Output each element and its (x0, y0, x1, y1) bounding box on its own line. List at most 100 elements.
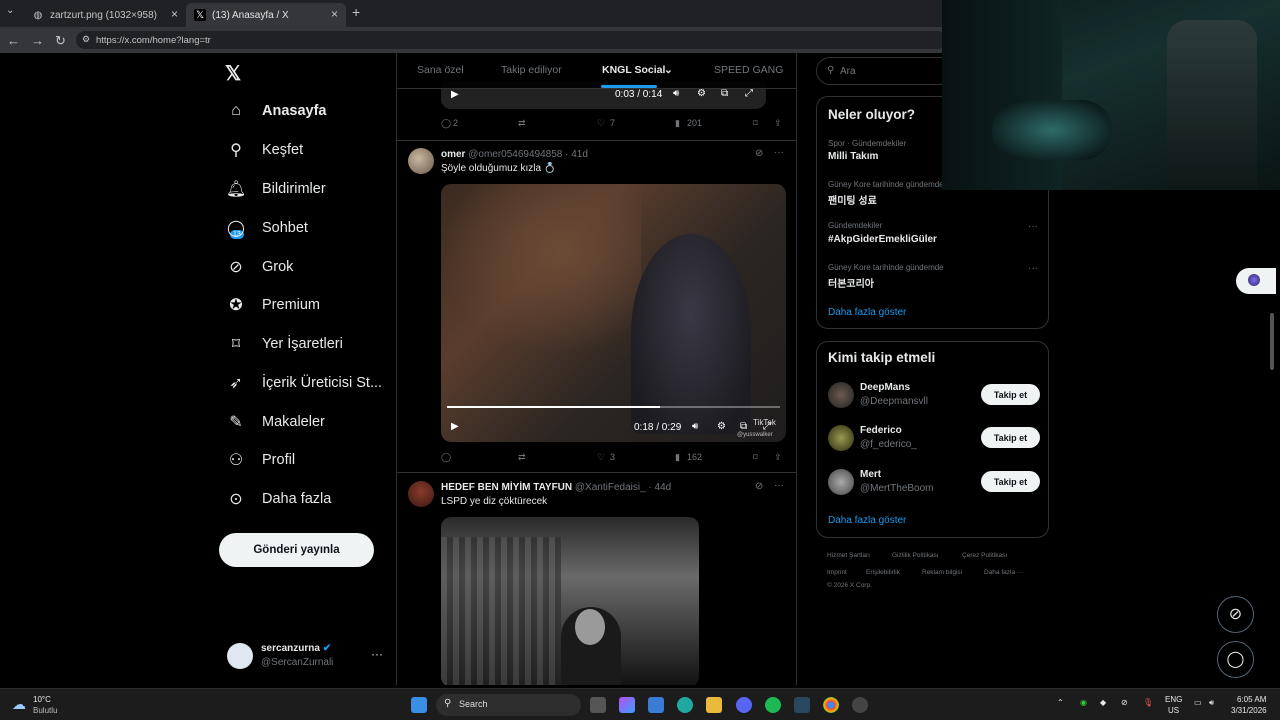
browser-tab-image[interactable]: ◍ zartzurt.png (1032×958) × (24, 3, 186, 27)
grok-drawer-button[interactable] (1236, 268, 1276, 294)
browser-tab-x[interactable]: 𝕏 (13) Anasayfa / X × (186, 3, 346, 27)
avatar[interactable] (408, 481, 434, 507)
page-scrollbar[interactable] (1270, 313, 1274, 370)
fullscreen-icon[interactable]: ⤢ (745, 88, 753, 99)
settings-icon[interactable]: ⚙ (697, 88, 706, 99)
footer-link[interactable]: Gizlilik Politikası (892, 552, 939, 559)
nav-articles[interactable]: ✎ Makaleler (225, 407, 325, 437)
trend-name[interactable]: #AkpGiderEmekliGüler (828, 234, 937, 245)
tray-muted-icon[interactable]: ⊘ (1121, 698, 1128, 707)
author-name[interactable]: omer (441, 149, 465, 160)
show-more-link[interactable]: Daha fazla göster (828, 307, 906, 318)
nav-grok[interactable]: ⊘ Grok (225, 252, 293, 282)
url-field[interactable]: ⚙ https://x.com/home?lang=tr (76, 31, 946, 49)
pip-icon[interactable]: ⧉ (740, 421, 747, 432)
volume-icon[interactable]: 🔊︎ (673, 88, 679, 99)
task-view-icon[interactable] (590, 697, 606, 713)
x-logo-icon[interactable]: 𝕏 (225, 61, 241, 86)
nav-chat[interactable]: ◯ Sohbet (225, 213, 308, 243)
new-tab-icon[interactable]: + (352, 4, 360, 20)
nav-notifications[interactable]: 🔔︎ Bildirimler (225, 174, 326, 204)
nav-profile[interactable]: ⚇ Profil (225, 445, 295, 475)
back-icon[interactable]: ← (7, 33, 20, 48)
views-icon[interactable]: ▮ (675, 118, 680, 129)
volume-icon[interactable]: 🔊︎ (692, 421, 698, 432)
footer-link[interactable]: Imprint (827, 569, 847, 576)
nav-explore[interactable]: ⚲ Keşfet (225, 135, 303, 165)
lang-secondary[interactable]: US (1168, 706, 1179, 715)
nav-home[interactable]: ⌂ Anasayfa (225, 96, 326, 126)
chevron-down-icon[interactable]: ⌄ (664, 64, 673, 76)
trend-name[interactable]: 팬미팅 성료 (828, 192, 877, 207)
footer-link[interactable]: Çerez Politikası (962, 552, 1007, 559)
steam-icon[interactable] (794, 697, 810, 713)
chrome-icon[interactable] (823, 697, 839, 713)
clock-date[interactable]: 3/31/2026 (1231, 706, 1267, 715)
more-dots-icon[interactable]: ··· (774, 147, 784, 158)
clock-time[interactable]: 6:05 AM (1237, 695, 1266, 704)
grok-icon[interactable]: ⊘ (755, 148, 763, 159)
share-icon[interactable]: ⇪ (774, 452, 782, 463)
trend-name[interactable]: 터본코리아 (828, 275, 874, 290)
retweet-icon[interactable]: ⇄ (518, 118, 526, 129)
nav-more[interactable]: ⊙ Daha fazla (225, 484, 331, 514)
follow-suggestion[interactable]: DeepMans @Deepmansvll Takip et (828, 380, 1040, 412)
site-info-icon[interactable]: ⚙ (82, 34, 90, 45)
video-player[interactable]: ▶ 0:18 / 0:29 🔊︎ ⚙ ⧉ ⤢ TikTok @yusswalke… (441, 184, 786, 442)
copilot-icon[interactable] (619, 697, 635, 713)
more-dots-icon[interactable]: ··· (774, 480, 784, 491)
lang-primary[interactable]: ENG (1165, 695, 1182, 704)
follow-suggestion[interactable]: Federico @f_ederico_ Takip et (828, 423, 1040, 455)
discord-icon[interactable] (736, 697, 752, 713)
bookmark-icon[interactable]: ⌑ (753, 118, 758, 129)
edge-icon[interactable] (677, 697, 693, 713)
retweet-icon[interactable]: ⇄ (518, 452, 526, 463)
play-icon[interactable]: ▶ (451, 421, 459, 432)
chevron-up-icon[interactable]: ⌃ (1057, 698, 1064, 707)
network-icon[interactable]: ▭ (1194, 698, 1202, 707)
settings-icon[interactable]: ⚙ (717, 421, 726, 432)
tab-list-icon[interactable]: ⌄ (6, 5, 14, 16)
taskbar-search[interactable]: ⚲ Search (436, 694, 581, 716)
nav-bookmarks[interactable]: ⌑ Yer İşaretleri (225, 329, 343, 359)
explorer-icon[interactable] (706, 697, 722, 713)
footer-link[interactable]: Reklam bilgisi (922, 569, 962, 576)
post-button[interactable]: Gönderi yayınla (219, 533, 374, 567)
tab-for-you[interactable]: Sana özel (417, 64, 464, 76)
reload-icon[interactable]: ↻ (55, 33, 66, 49)
share-icon[interactable]: ⇪ (774, 118, 782, 129)
tab-speed-gang[interactable]: SPEED GANG (714, 64, 783, 76)
tab-kngl-social[interactable]: KNGL Social (602, 64, 665, 76)
grok-icon[interactable]: ⊘ (755, 481, 763, 492)
store-icon[interactable] (648, 697, 664, 713)
account-switcher[interactable]: sercanzurna ✔ @SercanZurnali ··· (227, 641, 392, 681)
play-icon[interactable]: ▶ (451, 89, 459, 100)
microphone-icon[interactable]: 🎙︎ (1143, 698, 1153, 707)
footer-link[interactable]: Daha fazla ··· (984, 569, 1023, 576)
reply-icon[interactable]: ◯ (441, 452, 451, 463)
windows-start-icon[interactable] (411, 697, 427, 713)
trend-name[interactable]: Milli Takım (828, 151, 878, 162)
forward-icon[interactable]: → (31, 33, 44, 48)
author-name[interactable]: HEDEF BEN MİYİM TAYFUN (441, 482, 572, 493)
tray-steam-icon[interactable]: ◆ (1100, 698, 1106, 707)
more-dots-icon[interactable]: ··· (1028, 263, 1038, 274)
like-icon[interactable]: ♡ (597, 118, 605, 129)
tweet-image[interactable] (441, 517, 699, 685)
more-dots-icon[interactable]: ··· (1028, 221, 1038, 232)
nav-premium[interactable]: ✪ Premium (225, 290, 320, 320)
messages-icon[interactable]: ◯ (1217, 641, 1254, 678)
footer-link[interactable]: Erişilebilirlik (866, 569, 900, 576)
avatar[interactable] (408, 148, 434, 174)
follow-suggestion[interactable]: Mert @MertTheBoom Takip et (828, 467, 1040, 499)
app-icon[interactable] (852, 697, 868, 713)
nav-creator-studio[interactable]: ➶ İçerik Üreticisi St... (225, 368, 382, 398)
like-icon[interactable]: ♡ (597, 452, 605, 463)
follow-button[interactable]: Takip et (981, 471, 1040, 492)
tab-following[interactable]: Takip ediliyor (501, 64, 562, 76)
views-icon[interactable]: ▮ (675, 452, 680, 463)
grok-icon[interactable]: ⊘ (1217, 596, 1254, 633)
volume-icon[interactable]: 🔊︎ (1209, 698, 1214, 708)
pip-icon[interactable]: ⧉ (721, 88, 728, 99)
tray-app-icon[interactable]: ◉ (1080, 698, 1087, 707)
